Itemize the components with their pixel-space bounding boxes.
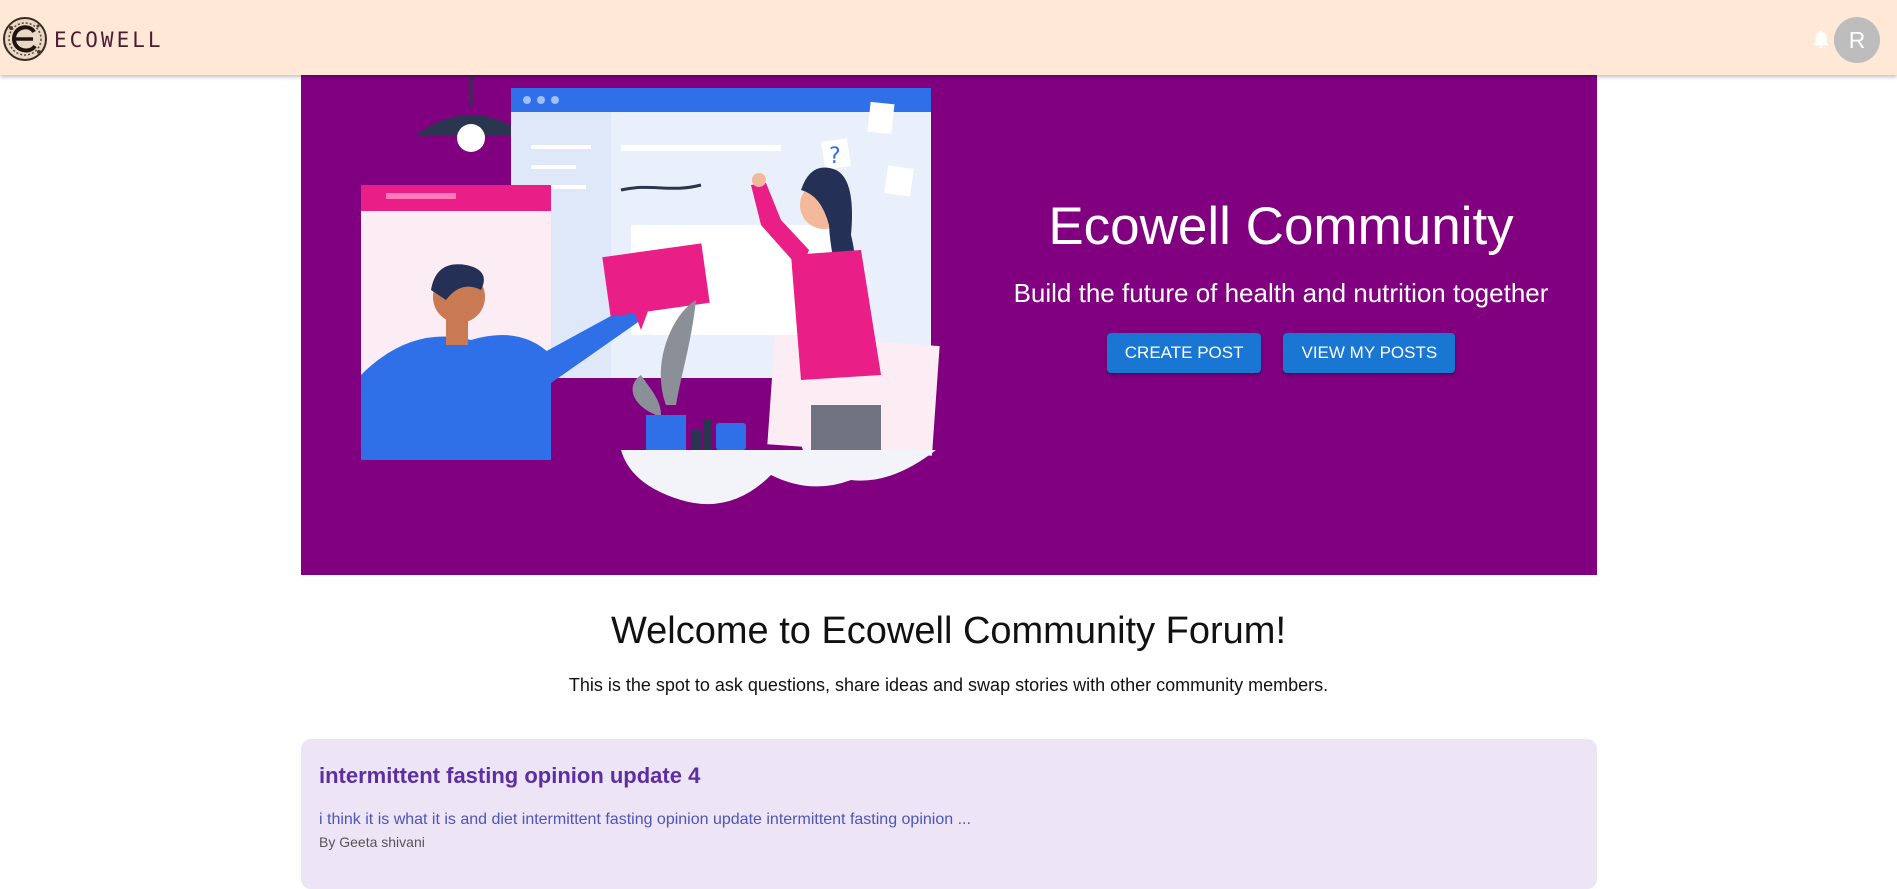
hero-banner: ? Ecowell Community Build the future of … bbox=[301, 75, 1597, 575]
hero-title: Ecowell Community bbox=[1048, 197, 1514, 256]
post-author: By Geeta shivani bbox=[319, 834, 425, 850]
welcome-heading: Welcome to Ecowell Community Forum! bbox=[610, 610, 1287, 652]
bell-icon[interactable] bbox=[1810, 27, 1832, 51]
hero-text-block: Ecowell Community Build the future of he… bbox=[981, 195, 1581, 373]
create-post-button[interactable]: CREATE POST bbox=[1106, 333, 1262, 373]
post-card[interactable]: intermittent fasting opinion update 4 i … bbox=[301, 739, 1597, 889]
ecowell-logo-icon bbox=[3, 17, 47, 61]
avatar-initial: R bbox=[1848, 27, 1866, 53]
svg-text:?: ? bbox=[829, 144, 841, 169]
hero-actions: CREATE POST VIEW MY POSTS bbox=[981, 333, 1581, 373]
user-avatar[interactable]: R bbox=[1834, 17, 1880, 63]
post-title[interactable]: intermittent fasting opinion update 4 bbox=[319, 763, 700, 789]
welcome-description: This is the spot to ask questions, share… bbox=[568, 675, 1329, 695]
hero-subtitle: Build the future of health and nutrition… bbox=[1013, 278, 1549, 308]
top-app-bar: ECOWELL R bbox=[0, 0, 1897, 75]
post-excerpt: i think it is what it is and diet interm… bbox=[319, 811, 971, 828]
community-illustration: ? bbox=[361, 75, 940, 505]
brand-logo-link[interactable]: ECOWELL bbox=[2, 14, 164, 64]
brand-name: ECOWELL bbox=[54, 28, 164, 52]
view-my-posts-button[interactable]: VIEW MY POSTS bbox=[1283, 333, 1456, 373]
